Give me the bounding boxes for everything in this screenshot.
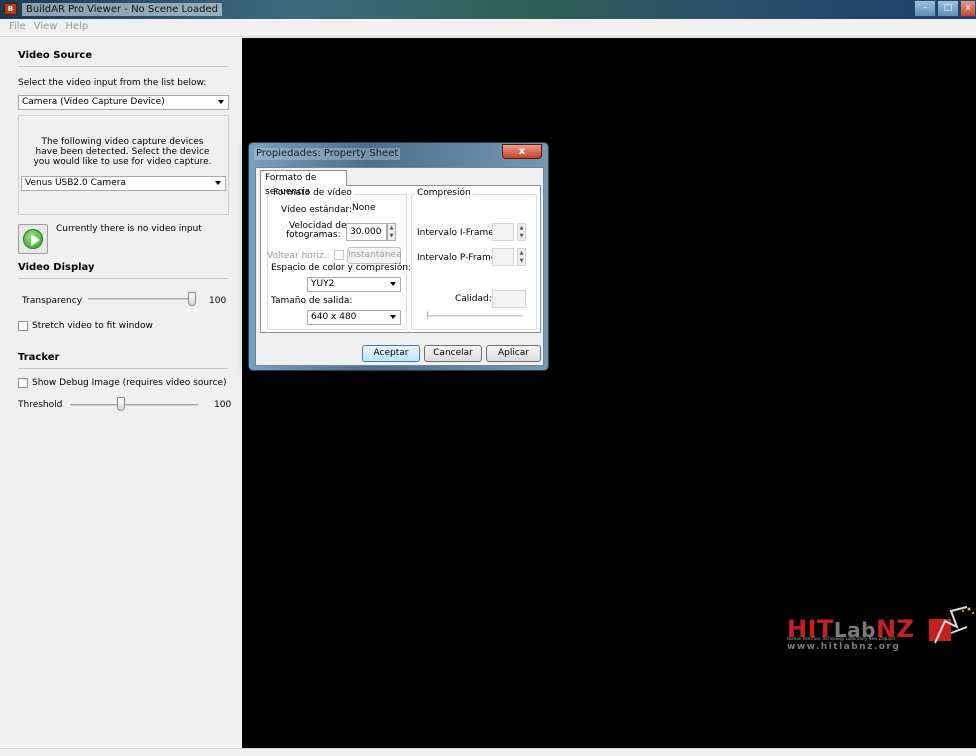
video-status-text: Currently there is no video input xyxy=(56,224,202,234)
spin-down-icon[interactable]: ▼ xyxy=(388,232,395,240)
dialog-close-button[interactable]: x xyxy=(502,144,542,159)
fps-label-2: fotogramas: xyxy=(286,230,341,240)
dialog-title: Propiedades: Property Sheet xyxy=(254,148,401,160)
iframe-label: Intervalo I-Frame: xyxy=(417,228,497,238)
chevron-down-icon xyxy=(218,100,224,104)
dialog-body: Formato de secuencia Formato de vídeo Ví… xyxy=(255,167,544,366)
iframe-input[interactable] xyxy=(492,223,514,241)
title-bar: B BuildAR Pro Viewer - No Scene Loaded –… xyxy=(0,0,976,19)
property-sheet-dialog: Propiedades: Property Sheet x Formato de… xyxy=(248,142,549,371)
video-device-value: Venus USB2.0 Camera xyxy=(25,178,126,188)
output-size-value: 640 x 480 xyxy=(311,312,357,322)
transparency-slider-thumb[interactable] xyxy=(188,292,196,306)
divider xyxy=(18,278,228,279)
maximize-button[interactable]: □ xyxy=(937,0,959,17)
logo-url: www.hitlabnz.org xyxy=(787,642,901,652)
threshold-slider-track[interactable] xyxy=(70,404,198,406)
hitlabnz-logo: HITLabNZ Human Interface Technology Labo… xyxy=(787,606,974,652)
play-icon xyxy=(23,229,43,249)
video-device-select[interactable]: Venus USB2.0 Camera xyxy=(21,176,226,191)
close-button[interactable]: x xyxy=(960,0,976,17)
flip-label: Voltear horiz.: xyxy=(267,251,330,261)
tab-stream-format[interactable]: Formato de secuencia xyxy=(260,170,347,197)
pframe-spinner[interactable]: ▲ ▼ xyxy=(517,248,526,266)
apply-button[interactable]: Aplicar xyxy=(486,345,541,362)
threshold-slider-thumb[interactable] xyxy=(116,397,125,411)
divider xyxy=(18,66,228,67)
tab-page: Formato de vídeo Vídeo estándar: None Ve… xyxy=(260,185,541,333)
transparency-value: 100 xyxy=(209,296,227,306)
chevron-down-icon xyxy=(390,315,396,319)
threshold-value: 100 xyxy=(214,400,232,410)
menu-view[interactable]: View xyxy=(30,19,62,36)
minimize-button[interactable]: – xyxy=(914,0,936,17)
video-display-title: Video Display xyxy=(18,262,95,273)
fps-spinner[interactable]: ▲ ▼ xyxy=(387,223,396,241)
output-size-select[interactable]: 640 x 480 xyxy=(307,310,401,325)
colorspace-label: Espacio de color y compresión: xyxy=(271,263,412,273)
video-source-title: Video Source xyxy=(18,50,93,61)
quality-slider[interactable] xyxy=(427,315,523,317)
window-controls: – □ x xyxy=(913,0,976,19)
buildar-icon: B xyxy=(4,3,17,15)
settings-panel: Video Source Select the video input from… xyxy=(0,38,242,748)
status-bar xyxy=(0,748,976,756)
spin-down-icon[interactable]: ▼ xyxy=(518,257,525,265)
devices-description: The following video capture devices have… xyxy=(33,137,212,167)
logo-tagline: Human Interface Technology Laboratory Ne… xyxy=(787,636,895,641)
snapshot-button[interactable]: Instantánea xyxy=(347,247,402,264)
show-debug-checkbox[interactable] xyxy=(18,378,28,388)
start-video-button[interactable] xyxy=(18,224,48,254)
show-debug-label: Show Debug Image (requires video source) xyxy=(32,378,227,388)
spin-up-icon[interactable]: ▲ xyxy=(518,249,525,257)
cancel-button[interactable]: Cancelar xyxy=(424,345,482,362)
accept-button[interactable]: Aceptar xyxy=(362,345,420,362)
threshold-label: Threshold xyxy=(18,400,63,410)
compression-group-label: Compresión xyxy=(415,188,473,198)
video-input-value: Camera (Video Capture Device) xyxy=(22,97,165,107)
spin-up-icon[interactable]: ▲ xyxy=(518,224,525,232)
quality-label: Calidad: xyxy=(455,294,492,304)
window-title: BuildAR Pro Viewer - No Scene Loaded xyxy=(22,3,223,16)
quality-input[interactable] xyxy=(492,290,526,308)
video-input-instruction: Select the video input from the list bel… xyxy=(18,78,207,88)
hitlabnz-mark-icon xyxy=(929,606,974,644)
menu-help[interactable]: Help xyxy=(61,19,92,36)
standard-label: Vídeo estándar: xyxy=(281,205,353,215)
stretch-video-checkbox[interactable] xyxy=(18,321,28,331)
chevron-down-icon xyxy=(215,181,221,185)
divider xyxy=(18,368,228,369)
output-size-label: Tamaño de salida: xyxy=(271,296,353,306)
chevron-down-icon xyxy=(390,282,396,286)
flip-checkbox[interactable] xyxy=(334,250,344,260)
menu-bar: File View Help xyxy=(0,19,976,37)
colorspace-value: YUY2 xyxy=(311,279,335,289)
quality-slider-thumb[interactable] xyxy=(427,311,428,319)
menu-file[interactable]: File xyxy=(5,19,30,36)
iframe-spinner[interactable]: ▲ ▼ xyxy=(517,223,526,241)
pframe-label: Intervalo P-Frame: xyxy=(417,253,500,263)
standard-value: None xyxy=(352,203,376,213)
pframe-input[interactable] xyxy=(492,248,514,266)
tracker-title: Tracker xyxy=(18,352,60,363)
spin-up-icon[interactable]: ▲ xyxy=(388,224,395,232)
fps-input[interactable]: 30.000 xyxy=(346,223,387,241)
spin-down-icon[interactable]: ▼ xyxy=(518,232,525,240)
video-input-select[interactable]: Camera (Video Capture Device) xyxy=(18,95,229,110)
stretch-video-label: Stretch video to fit window xyxy=(32,321,153,331)
colorspace-select[interactable]: YUY2 xyxy=(307,277,401,292)
transparency-slider-track[interactable] xyxy=(88,298,196,300)
transparency-label: Transparency xyxy=(22,296,83,306)
